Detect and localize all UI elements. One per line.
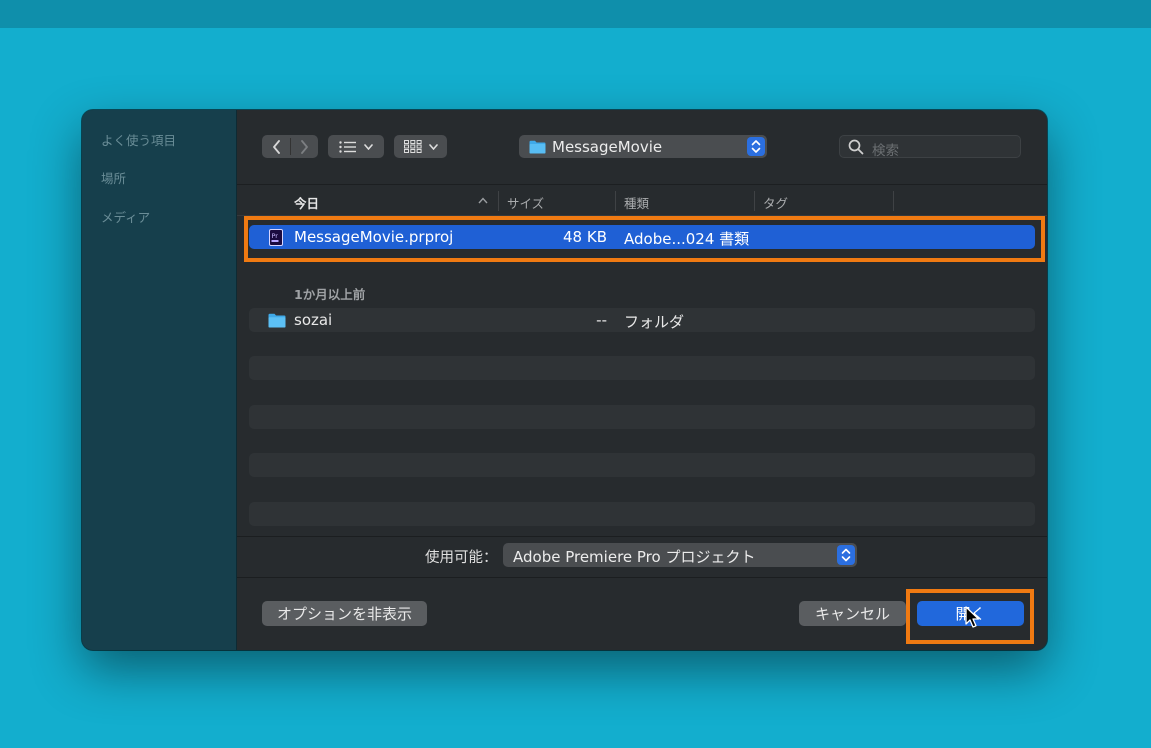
column-tags[interactable]: タグ [763, 193, 788, 212]
search-placeholder: 検索 [872, 143, 899, 159]
format-label: 使用可能： [425, 550, 498, 566]
sort-ascending-icon [478, 197, 488, 204]
list-view-menu[interactable] [328, 135, 384, 158]
file-name: sozai [294, 311, 333, 329]
list-view-icon [339, 140, 356, 153]
folder-icon [268, 313, 286, 328]
chevron-down-icon [364, 143, 373, 150]
column-divider [893, 191, 894, 211]
empty-row [249, 356, 1035, 380]
format-popup[interactable]: Adobe Premiere Pro プロジェクト [503, 543, 857, 567]
group-label-older: 1か月以上前 [294, 287, 366, 302]
empty-row [249, 502, 1035, 526]
updown-arrows-icon [747, 137, 765, 156]
sidebar-section-media[interactable]: メディア [101, 207, 150, 226]
location-label: MessageMovie [552, 138, 663, 156]
forward-button[interactable] [290, 135, 318, 158]
file-kind: Adobe...024 書類 [624, 230, 750, 248]
column-header: 今日 サイズ 種類 タグ [237, 184, 1047, 216]
search-field[interactable]: 検索 [839, 135, 1021, 159]
search-icon [848, 139, 864, 155]
file-size: -- [596, 311, 607, 329]
column-divider [498, 191, 499, 211]
hide-options-button[interactable]: オプションを非表示 [262, 601, 427, 626]
folder-icon [529, 140, 546, 154]
browser-pane: MessageMovie 検索 今日 サイズ 種類 タグ Pr MessageM… [237, 110, 1047, 650]
file-row-messagemovie[interactable]: Pr MessageMovie.prproj 48 KB Adobe...024… [249, 225, 1035, 249]
file-kind: フォルダ [624, 313, 685, 331]
grid-view-menu[interactable] [394, 135, 447, 158]
back-forward-group [262, 135, 318, 158]
column-divider [615, 191, 616, 211]
location-popup[interactable]: MessageMovie [519, 135, 767, 158]
cancel-button[interactable]: キャンセル [799, 601, 906, 626]
open-file-dialog: よく使う項目 場所 メディア MessageMovie 検索 今日 サイズ 種類… [82, 110, 1047, 650]
svg-text:Pr: Pr [272, 232, 279, 240]
sidebar-section-locations[interactable]: 場所 [101, 168, 126, 187]
updown-arrows-icon [837, 545, 855, 565]
premiere-file-icon: Pr [269, 229, 283, 246]
column-kind[interactable]: 種類 [624, 193, 649, 212]
divider [237, 536, 1047, 537]
file-row-sozai[interactable]: sozai -- フォルダ [249, 308, 1035, 332]
toolbar: MessageMovie 検索 [237, 110, 1047, 184]
chevron-down-icon [428, 143, 438, 150]
chevron-right-icon [300, 139, 308, 154]
chevron-left-icon [272, 139, 280, 154]
file-size: 48 KB [563, 228, 607, 246]
column-name[interactable]: 今日 [294, 193, 319, 212]
mouse-cursor-icon [965, 606, 980, 628]
empty-row [249, 405, 1035, 429]
icon-grid-view-icon [403, 140, 422, 153]
top-bar [0, 0, 1151, 28]
back-button[interactable] [262, 135, 290, 158]
column-divider [754, 191, 755, 211]
column-size[interactable]: サイズ [507, 193, 544, 212]
empty-row [249, 453, 1035, 477]
format-value: Adobe Premiere Pro プロジェクト [513, 548, 756, 566]
divider [237, 577, 1047, 578]
file-name: MessageMovie.prproj [294, 228, 454, 246]
sidebar-section-favorites[interactable]: よく使う項目 [101, 130, 176, 149]
sidebar: よく使う項目 場所 メディア [82, 110, 237, 650]
